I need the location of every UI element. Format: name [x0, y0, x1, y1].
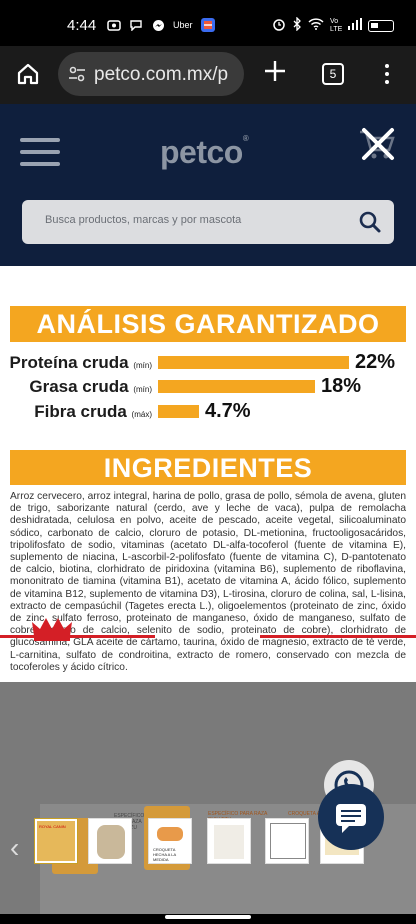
status-bar: 4:44 Uber Vo LTE	[0, 0, 416, 46]
site-settings-icon[interactable]	[68, 65, 86, 83]
system-nav-bar	[0, 914, 416, 924]
analysis-bar	[158, 356, 349, 369]
site-header: petco® Busca productos, marcas y por mas…	[0, 104, 416, 266]
address-bar[interactable]: petco.com.mx/p	[58, 52, 244, 96]
gallery-thumbnail[interactable]: ROYAL CANIN	[34, 818, 78, 864]
home-button[interactable]	[16, 62, 40, 86]
home-gesture-bar[interactable]	[165, 915, 251, 919]
battery-icon	[368, 19, 394, 32]
uber-icon: Uber	[173, 20, 193, 30]
home-icon	[17, 63, 39, 85]
analysis-value: 22%	[355, 351, 396, 373]
royal-canin-crown-icon	[30, 616, 74, 642]
web-page: petco® Busca productos, marcas y por mas…	[0, 104, 416, 914]
search-placeholder: Busca productos, marcas y por mascota	[45, 214, 242, 226]
search-input[interactable]: Busca productos, marcas y por mascota	[22, 200, 394, 244]
chat-button[interactable]	[318, 784, 384, 850]
gallery-prev-icon[interactable]: ‹	[10, 832, 19, 864]
notification-icons: Uber	[107, 18, 215, 32]
signal-icon	[348, 18, 362, 33]
analysis-bar	[158, 380, 315, 393]
analysis-bar	[158, 405, 199, 418]
overflow-menu-icon[interactable]	[384, 62, 390, 86]
plus-icon	[265, 61, 285, 81]
close-icon[interactable]	[356, 122, 400, 166]
gallery-thumbnail[interactable]	[265, 818, 309, 864]
url-text: petco.com.mx/p	[94, 64, 229, 85]
analysis-label: Proteína cruda (mín)	[9, 353, 152, 372]
analysis-value: 4.7%	[205, 400, 251, 422]
gallery-thumbnail[interactable]	[88, 818, 132, 864]
new-tab-button[interactable]	[264, 60, 286, 86]
gallery-thumbnail[interactable]	[207, 818, 251, 864]
petco-logo[interactable]: petco®	[160, 134, 249, 171]
system-icons: Vo LTE	[272, 16, 394, 34]
volte-label: Vo LTE	[330, 17, 343, 33]
chat-icon	[129, 19, 143, 31]
chat-bubble-icon	[336, 804, 366, 833]
gallery-thumbnail[interactable]: CROQUETA HECHA A LA MEDIDA	[148, 818, 192, 864]
analysis-value: 18%	[321, 375, 362, 397]
tab-switcher-button[interactable]: 5	[322, 63, 344, 85]
analysis-banner: ANÁLISIS GARANTIZADO	[10, 306, 406, 342]
analysis-label: Fibra cruda (máx)	[34, 402, 152, 421]
analysis-title: ANÁLISIS GARANTIZADO	[36, 309, 380, 339]
camera-icon	[107, 19, 121, 31]
hamburger-menu-icon[interactable]	[20, 138, 60, 166]
analysis-row: Proteína cruda (mín) 22%	[0, 351, 416, 374]
wifi-icon	[308, 18, 324, 33]
analysis-label: Grasa cruda (mín)	[29, 377, 152, 396]
analysis-row: Grasa cruda (mín) 18%	[0, 375, 416, 398]
messenger-icon	[151, 19, 165, 31]
app-icon	[200, 18, 215, 32]
status-time: 4:44	[67, 17, 97, 34]
search-icon[interactable]	[358, 210, 382, 234]
ingredients-title: INGREDIENTES	[103, 453, 313, 483]
alarm-icon	[272, 17, 286, 34]
bluetooth-icon	[292, 16, 302, 34]
ingredients-banner: INGREDIENTES	[10, 450, 406, 485]
browser-toolbar: petco.com.mx/p 5	[0, 46, 416, 104]
analysis-row: Fibra cruda (máx) 4.7%	[0, 400, 416, 423]
